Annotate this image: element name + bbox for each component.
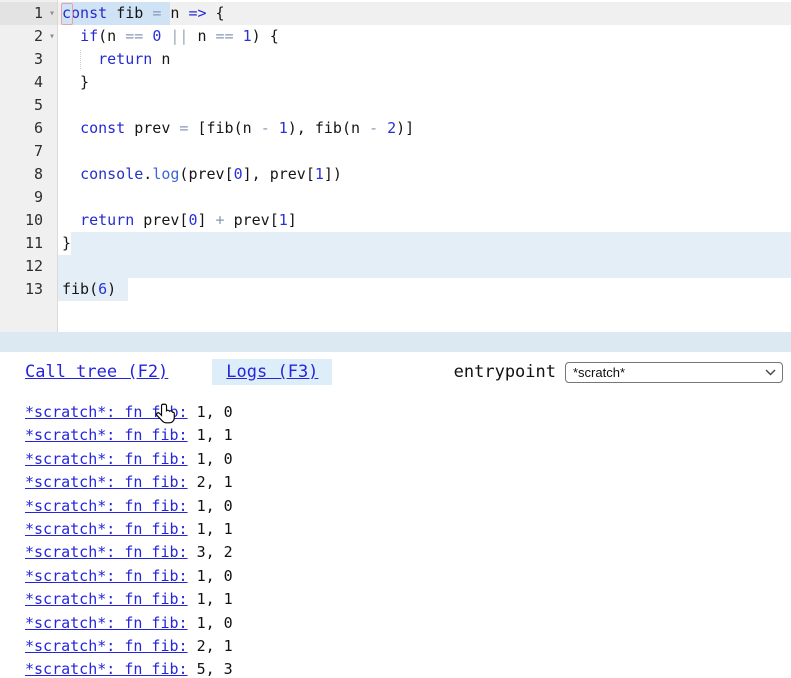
code-line[interactable]: return n: [58, 48, 791, 71]
line-number[interactable]: 7: [0, 140, 57, 163]
entrypoint-label: entrypoint: [454, 362, 556, 382]
code-line[interactable]: }: [58, 71, 791, 94]
panel-divider: [0, 332, 791, 352]
code-line[interactable]: }: [58, 232, 791, 255]
log-row: *scratch*: fn fib: 1, 0: [25, 448, 783, 471]
log-value: 1, 0: [188, 567, 233, 585]
code-line[interactable]: const fib = n => {: [58, 2, 791, 25]
code-line[interactable]: return prev[0] + prev[1]: [58, 209, 791, 232]
log-row: *scratch*: fn fib: 1, 0: [25, 495, 783, 518]
line-number[interactable]: 2▾: [0, 25, 57, 48]
line-number[interactable]: 3: [0, 48, 57, 71]
log-row: *scratch*: fn fib: 5, 3: [25, 658, 783, 678]
code-line[interactable]: const prev = [fib(n - 1), fib(n - 2)]: [58, 117, 791, 140]
log-link[interactable]: *scratch*: fn fib:: [25, 497, 188, 515]
log-value: 2, 1: [188, 637, 233, 655]
log-link[interactable]: *scratch*: fn fib:: [25, 473, 188, 491]
code-line[interactable]: [58, 186, 791, 209]
editor-gutter: 1▾2▾345678910111213: [0, 0, 58, 332]
panel-tab-bar: Call tree (F2) Logs (F3) entrypoint *scr…: [25, 359, 783, 385]
line-number[interactable]: 4: [0, 71, 57, 94]
chevron-down-icon: [765, 369, 776, 376]
log-value: 1, 1: [188, 590, 233, 608]
line-number[interactable]: 11: [0, 232, 57, 255]
code-line[interactable]: fib(6): [58, 278, 791, 301]
log-row: *scratch*: fn fib: 2, 1: [25, 635, 783, 658]
log-row: *scratch*: fn fib: 2, 1: [25, 471, 783, 494]
bottom-panel: Call tree (F2) Logs (F3) entrypoint *scr…: [0, 352, 791, 678]
log-row: *scratch*: fn fib: 1, 1: [25, 518, 783, 541]
log-value: 1, 1: [188, 426, 233, 444]
log-row: *scratch*: fn fib: 1, 0: [25, 565, 783, 588]
log-link[interactable]: *scratch*: fn fib:: [25, 426, 188, 444]
log-value: 1, 0: [188, 497, 233, 515]
line-number[interactable]: 5: [0, 94, 57, 117]
line-number[interactable]: 13: [0, 278, 57, 301]
eval-highlight: [71, 232, 791, 255]
line-number[interactable]: 1▾: [0, 2, 57, 25]
log-value: 5, 3: [188, 660, 233, 678]
log-value: 1, 0: [188, 614, 233, 632]
log-row: *scratch*: fn fib: 1, 0: [25, 612, 783, 635]
code-line[interactable]: [58, 94, 791, 117]
fold-arrow-icon[interactable]: ▾: [49, 2, 55, 25]
log-value: 1, 1: [188, 520, 233, 538]
log-list: *scratch*: fn fib: 1, 0*scratch*: fn fib…: [25, 401, 783, 678]
tab-logs[interactable]: Logs (F3): [212, 359, 332, 385]
log-row: *scratch*: fn fib: 1, 1: [25, 588, 783, 611]
tab-call-tree[interactable]: Call tree (F2): [25, 362, 168, 382]
code-line[interactable]: console.log(prev[0], prev[1]): [58, 163, 791, 186]
log-link[interactable]: *scratch*: fn fib:: [25, 450, 188, 468]
log-link[interactable]: *scratch*: fn fib:: [25, 543, 188, 561]
log-link[interactable]: *scratch*: fn fib:: [25, 520, 188, 538]
app-window: 1▾2▾345678910111213 const fib = n => { i…: [0, 0, 791, 678]
log-link[interactable]: *scratch*: fn fib:: [25, 590, 188, 608]
line-number[interactable]: 12: [0, 255, 57, 278]
log-row: *scratch*: fn fib: 1, 1: [25, 424, 783, 447]
entrypoint-group: entrypoint *scratch*: [454, 362, 783, 383]
entrypoint-select[interactable]: *scratch*: [565, 362, 783, 383]
code-line[interactable]: [58, 255, 791, 278]
log-link[interactable]: *scratch*: fn fib:: [25, 403, 188, 421]
eval-highlight: [58, 255, 791, 278]
text-cursor: [61, 3, 73, 25]
code-line[interactable]: if(n == 0 || n == 1) {: [58, 25, 791, 48]
code-line[interactable]: [58, 140, 791, 163]
line-number[interactable]: 10: [0, 209, 57, 232]
log-value: 1, 0: [188, 450, 233, 468]
line-number[interactable]: 9: [0, 186, 57, 209]
log-row: *scratch*: fn fib: 3, 2: [25, 541, 783, 564]
log-value: 2, 1: [188, 473, 233, 491]
code-editor[interactable]: 1▾2▾345678910111213 const fib = n => { i…: [0, 0, 791, 332]
line-number[interactable]: 6: [0, 117, 57, 140]
editor-code-area[interactable]: const fib = n => { if(n == 0 || n == 1) …: [58, 0, 791, 332]
log-value: 1, 0: [188, 403, 233, 421]
log-link[interactable]: *scratch*: fn fib:: [25, 637, 188, 655]
fold-arrow-icon[interactable]: ▾: [49, 25, 55, 48]
log-row: *scratch*: fn fib: 1, 0: [25, 401, 783, 424]
entrypoint-selected-value: *scratch*: [573, 365, 625, 380]
log-link[interactable]: *scratch*: fn fib:: [25, 567, 188, 585]
log-value: 3, 2: [188, 543, 233, 561]
line-number[interactable]: 8: [0, 163, 57, 186]
log-link[interactable]: *scratch*: fn fib:: [25, 660, 188, 678]
log-link[interactable]: *scratch*: fn fib:: [25, 614, 188, 632]
